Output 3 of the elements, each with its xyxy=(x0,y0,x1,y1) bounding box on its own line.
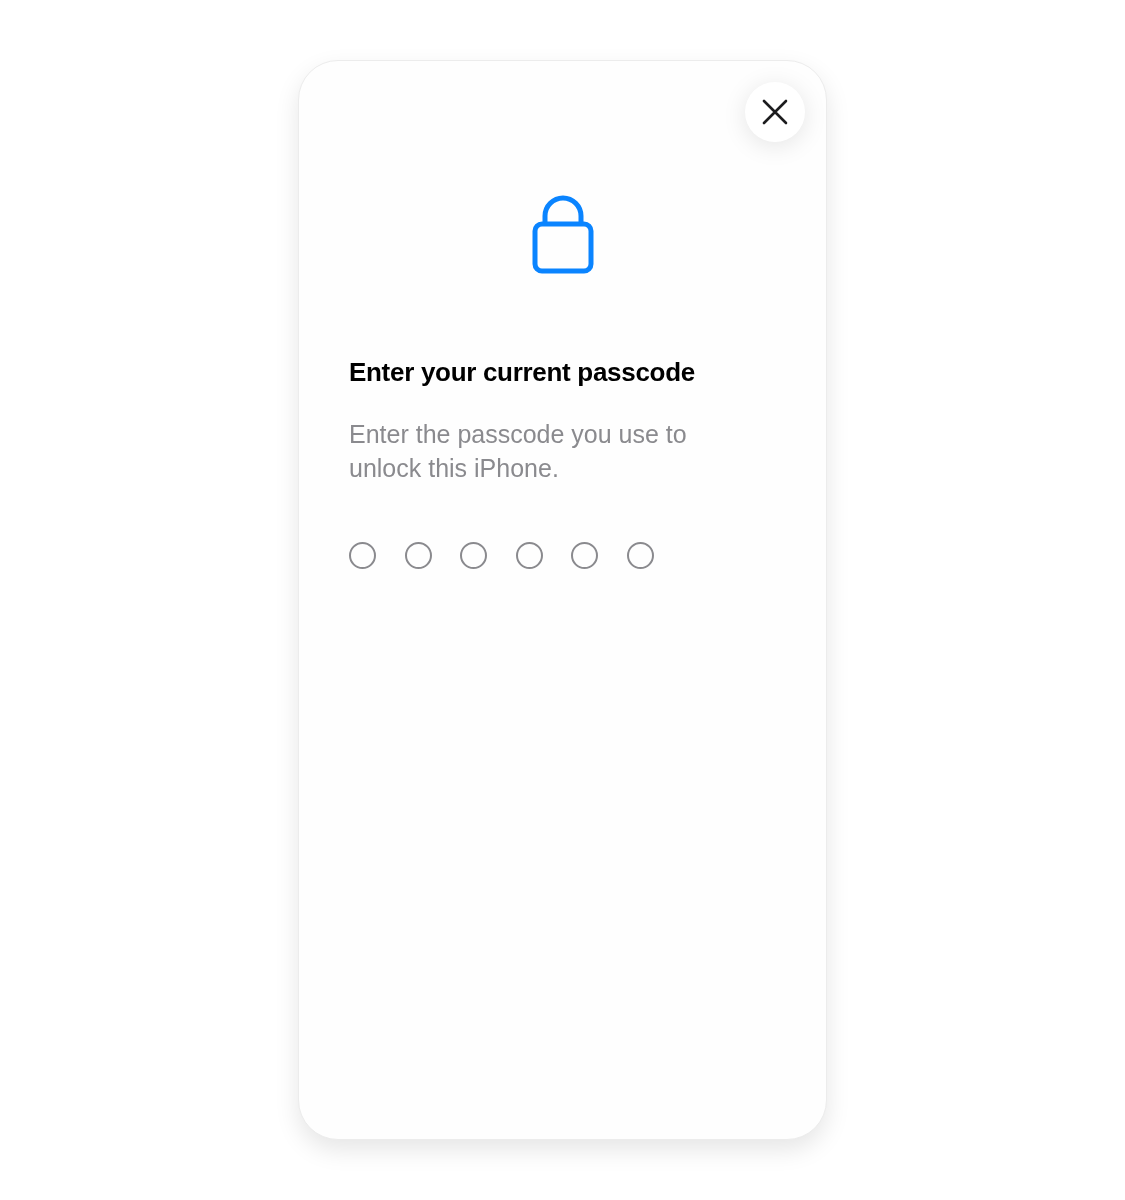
dialog-title: Enter your current passcode xyxy=(349,357,696,388)
dialog-description: Enter the passcode you use to unlock this iPhone. xyxy=(349,419,688,484)
close-icon xyxy=(762,99,788,125)
